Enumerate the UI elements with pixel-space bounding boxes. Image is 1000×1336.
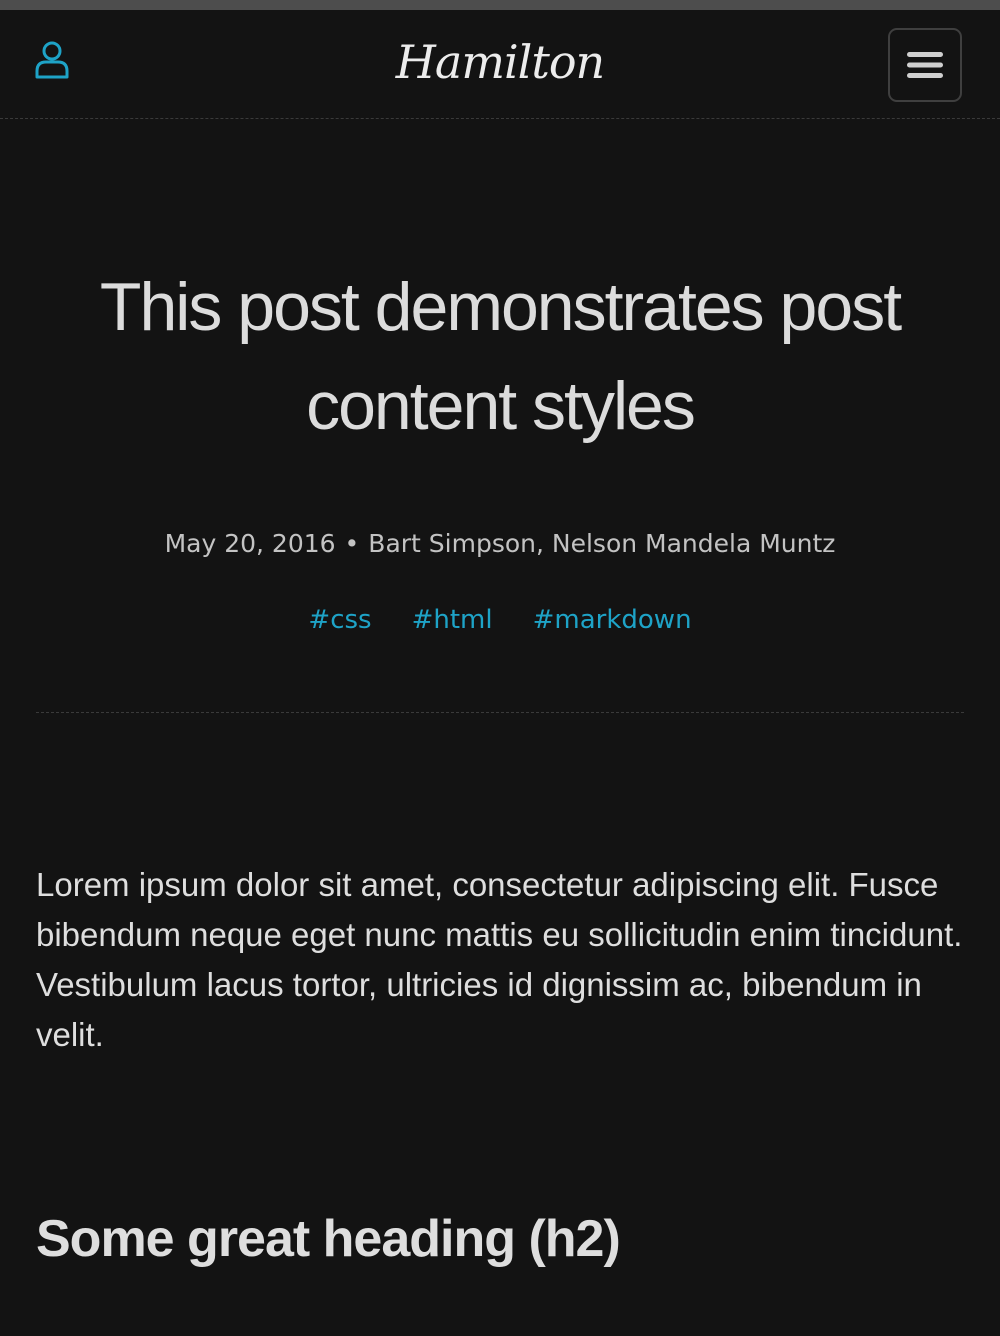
post-paragraph: Lorem ipsum dolor sit amet, consectetur … [36,866,963,1053]
post-date: May 20, 2016 [164,529,336,558]
browser-top-strip [0,0,1000,10]
tag-link-markdown[interactable]: #markdown [533,605,692,635]
tag-link-css[interactable]: #css [308,605,371,635]
menu-button[interactable] [888,28,962,102]
site-header: Hamilton [0,10,1000,119]
post-title: This post demonstrates post content styl… [99,269,902,444]
meta-separator: • [344,529,360,558]
post-meta: May 20, 2016 • Bart Simpson, Nelson Mandel… [0,526,1000,562]
post-tags: #css #html #markdown [0,602,1000,638]
post-heading-h2: Some great heading (h2) [36,1210,621,1268]
site-title-link[interactable]: Hamilton [0,32,1000,92]
hamburger-menu-icon [907,52,943,78]
post-authors: Bart Simpson, Nelson Mandela Muntz [368,529,836,558]
header-divider [36,712,964,713]
tag-link-html[interactable]: #html [412,605,493,635]
